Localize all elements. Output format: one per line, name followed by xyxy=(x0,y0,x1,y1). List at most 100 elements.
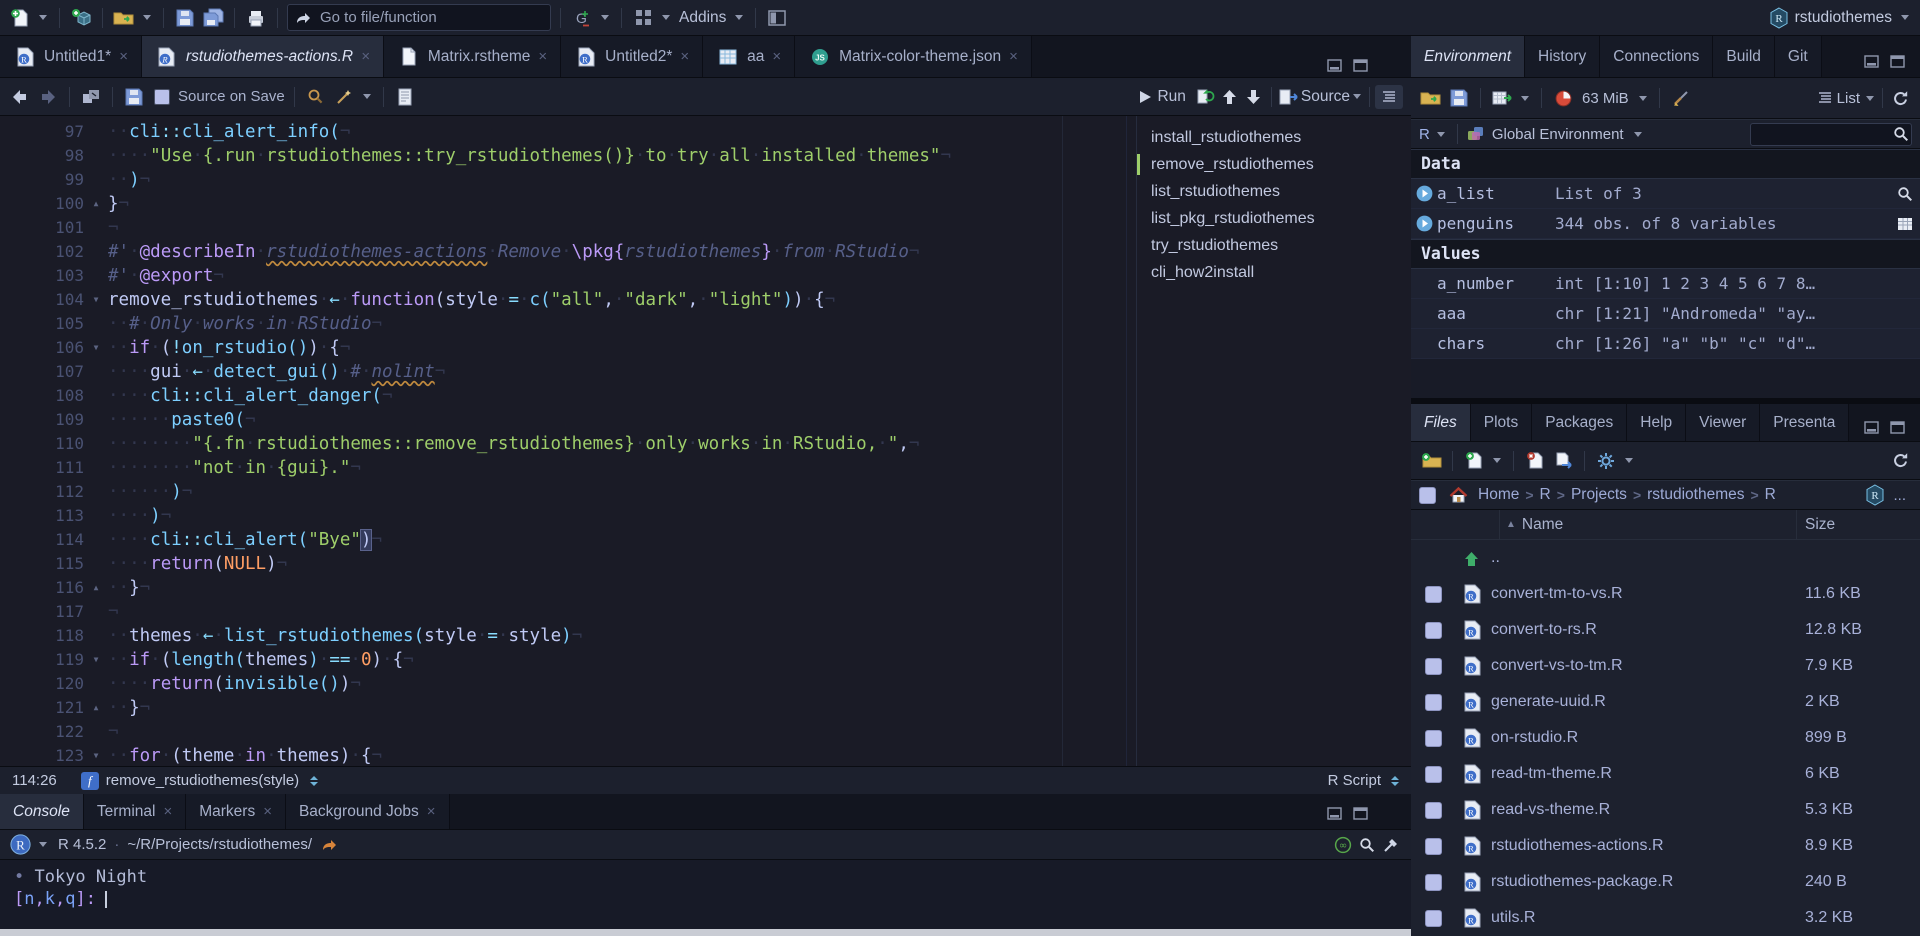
file-row-rstudiothemes-actions-r[interactable]: Rrstudiothemes-actions.R 8.9 KB xyxy=(1411,828,1920,864)
file-name[interactable]: .. xyxy=(1489,549,1797,567)
maximize-pane-icon[interactable] xyxy=(1888,52,1906,70)
working-dir-icon[interactable] xyxy=(320,836,338,854)
line-number[interactable]: 109 xyxy=(0,408,84,432)
more-dropdown-icon[interactable] xyxy=(1625,458,1633,463)
copy-file-icon[interactable] xyxy=(1551,449,1575,473)
file-name[interactable]: utils.R xyxy=(1489,909,1797,927)
file-checkbox[interactable] xyxy=(1424,765,1442,783)
env-row-chars[interactable]: chars chr [1:26] "a" "b" "c" "d"… xyxy=(1411,329,1920,359)
line-number[interactable]: 108 xyxy=(0,384,84,408)
env-row-a-list[interactable]: a_list List of 3 xyxy=(1411,179,1920,209)
size-column-header[interactable]: Size xyxy=(1797,516,1920,534)
tab-build[interactable]: Build xyxy=(1713,36,1775,77)
file-row-generate-uuid-r[interactable]: Rgenerate-uuid.R 2 KB xyxy=(1411,684,1920,720)
list-label[interactable]: List xyxy=(1837,90,1860,107)
line-number[interactable]: 115 xyxy=(0,552,84,576)
name-column-header[interactable]: ▲ Name xyxy=(1500,510,1797,539)
tab-terminal[interactable]: Terminal × xyxy=(83,794,187,829)
file-name[interactable]: rstudiothemes-actions.R xyxy=(1489,837,1797,855)
go-down-icon[interactable] xyxy=(1242,85,1266,109)
outline-item-try-rstudiothemes[interactable]: try_rstudiothemes xyxy=(1137,232,1411,259)
close-tab-icon[interactable]: × xyxy=(772,48,781,65)
file-row-convert-to-rs-r[interactable]: Rconvert-to-rs.R 12.8 KB xyxy=(1411,612,1920,648)
code-tools-dropdown-icon[interactable] xyxy=(362,94,371,99)
filetype-selector[interactable]: R Script xyxy=(1328,772,1399,789)
line-number[interactable]: 111 xyxy=(0,456,84,480)
source-on-save-checkbox[interactable] xyxy=(154,88,170,105)
project-menu[interactable]: R rstudiothemes xyxy=(1767,6,1912,30)
line-number[interactable]: 102 xyxy=(0,240,84,264)
print-icon[interactable] xyxy=(244,6,268,30)
file-row-utils-r[interactable]: Rutils.R 3.2 KB xyxy=(1411,900,1920,936)
editor-scrollbar[interactable] xyxy=(1126,116,1127,766)
close-tab-icon[interactable]: × xyxy=(427,803,436,820)
console-prompt[interactable]: [n,k,q]: xyxy=(14,888,1411,910)
clear-console-icon[interactable] xyxy=(1379,833,1403,857)
line-number[interactable]: 112 xyxy=(0,480,84,504)
close-tab-icon[interactable]: × xyxy=(361,48,370,65)
outline-item-remove-rstudiothemes[interactable]: remove_rstudiothemes xyxy=(1137,151,1411,178)
file-checkbox[interactable] xyxy=(1424,873,1442,891)
select-all-checkbox[interactable] xyxy=(1419,486,1436,504)
file-checkbox[interactable] xyxy=(1424,657,1442,675)
editor-tab-rstudiothemes-actions-r[interactable]: Rrstudiothemes-actions.R × xyxy=(141,36,384,77)
new-project-icon[interactable] xyxy=(69,6,93,30)
compile-report-icon[interactable] xyxy=(393,85,417,109)
outline-item-cli-how2install[interactable]: cli_how2install xyxy=(1137,259,1411,286)
language-selector[interactable]: R xyxy=(1419,126,1430,143)
file-name[interactable]: on-rstudio.R xyxy=(1489,729,1797,747)
file-row-read-tm-theme-r[interactable]: Rread-tm-theme.R 6 KB xyxy=(1411,756,1920,792)
memory-dropdown-icon[interactable] xyxy=(1638,95,1647,101)
code-tools-icon[interactable] xyxy=(332,85,356,109)
r-version-dropdown-icon[interactable] xyxy=(39,842,47,847)
line-number[interactable]: 97 xyxy=(0,120,84,144)
editor-tab-matrix-color-theme-json[interactable]: JS Matrix-color-theme.json × xyxy=(795,36,1032,77)
inspect-icon[interactable] xyxy=(1890,186,1920,202)
forward-icon[interactable] xyxy=(36,85,60,109)
minimize-pane-icon[interactable] xyxy=(1325,56,1343,74)
outline-item-list-rstudiothemes[interactable]: list_rstudiothemes xyxy=(1137,178,1411,205)
breadcrumb-projects-2[interactable]: Projects xyxy=(1571,486,1627,504)
file-checkbox[interactable] xyxy=(1424,801,1442,819)
new-file-dropdown-icon[interactable] xyxy=(39,15,47,20)
tab-viewer[interactable]: Viewer xyxy=(1686,404,1761,441)
tab-packages[interactable]: Packages xyxy=(1532,404,1628,441)
breadcrumb-home-0[interactable]: Home xyxy=(1478,486,1519,504)
line-number[interactable]: 104 xyxy=(0,288,84,312)
scope-selector[interactable]: f remove_rstudiothemes(style) xyxy=(80,771,319,790)
refresh-icon[interactable] xyxy=(1888,449,1912,473)
line-number[interactable]: 107 xyxy=(0,360,84,384)
scope-dropdown-icon[interactable] xyxy=(1633,131,1642,137)
editor-tab-untitled1[interactable]: R Untitled1* × xyxy=(0,36,142,77)
import-dataset-icon[interactable] xyxy=(1490,86,1514,110)
line-number[interactable]: 116 xyxy=(0,576,84,600)
line-number[interactable]: 123 xyxy=(0,744,84,766)
save-all-icon[interactable] xyxy=(201,6,225,30)
environment-search-input[interactable] xyxy=(1750,122,1912,146)
view-table-icon[interactable] xyxy=(1890,217,1920,231)
load-workspace-icon[interactable] xyxy=(1419,86,1443,110)
new-file-icon[interactable] xyxy=(8,6,32,30)
line-number[interactable]: 121 xyxy=(0,696,84,720)
console-output[interactable]: • Tokyo Night [n,k,q]: xyxy=(0,860,1411,929)
editor-tab-untitled2[interactable]: R Untitled2* × xyxy=(561,36,704,77)
goto-file-box[interactable] xyxy=(287,4,551,31)
close-tab-icon[interactable]: × xyxy=(119,48,128,65)
fold-down-icon[interactable]: ▼ xyxy=(84,336,108,360)
close-tab-icon[interactable]: × xyxy=(163,803,172,820)
expander-icon[interactable] xyxy=(1415,215,1433,233)
rerun-icon[interactable] xyxy=(1194,85,1218,109)
line-number[interactable]: 120 xyxy=(0,672,84,696)
file-row-convert-tm-to-vs-r[interactable]: Rconvert-tm-to-vs.R 11.6 KB xyxy=(1411,576,1920,612)
tab-plots[interactable]: Plots xyxy=(1470,404,1533,441)
clear-objects-icon[interactable] xyxy=(1669,86,1693,110)
line-number[interactable]: 119 xyxy=(0,648,84,672)
file-row-read-vs-theme-r[interactable]: Rread-vs-theme.R 5.3 KB xyxy=(1411,792,1920,828)
file-checkbox[interactable] xyxy=(1424,837,1442,855)
panes-layout-icon[interactable] xyxy=(765,6,789,30)
line-number[interactable]: 118 xyxy=(0,624,84,648)
console-hscrollbar[interactable] xyxy=(0,929,1411,936)
fold-up-icon[interactable]: ▲ xyxy=(84,192,108,216)
file-row-[interactable]: .. xyxy=(1411,540,1920,576)
line-number[interactable]: 122 xyxy=(0,720,84,744)
